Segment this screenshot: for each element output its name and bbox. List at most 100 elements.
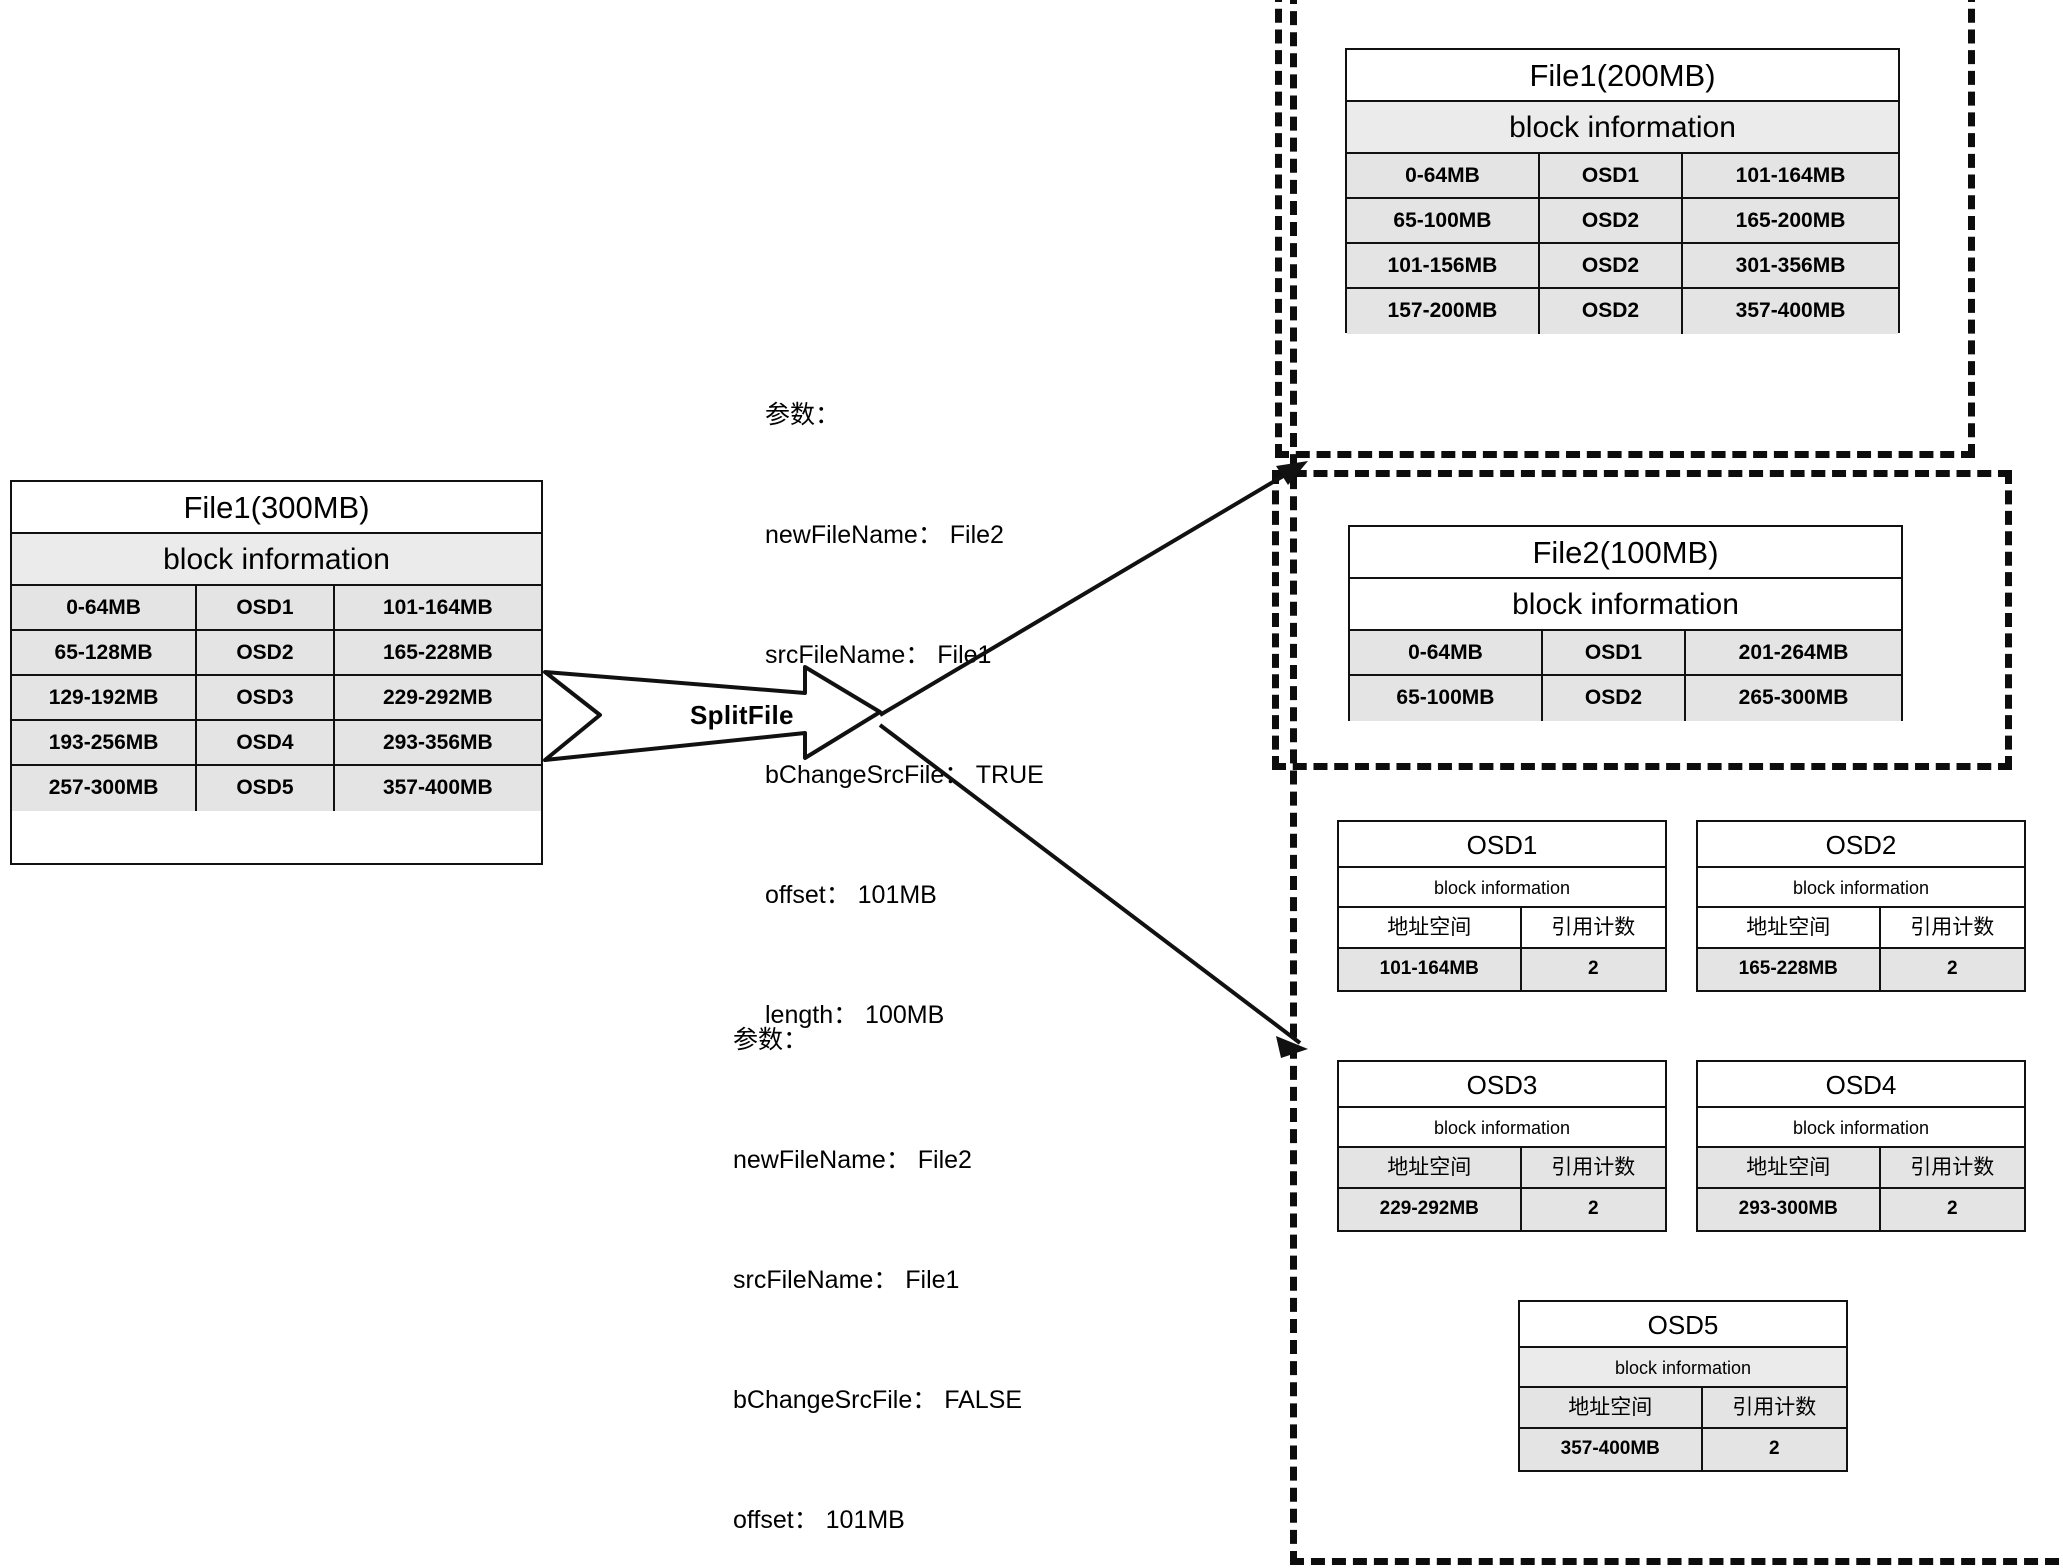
table-row: 0-64MB OSD1 101-164MB xyxy=(12,586,541,631)
osd2-subtitle: block information xyxy=(1698,868,2024,908)
phys-range-cell: 201-264MB xyxy=(1686,631,1901,674)
result-file2-title: File2(100MB) xyxy=(1350,527,1901,579)
table-header-row: 地址空间 引用计数 xyxy=(1520,1388,1846,1429)
osd-cell: OSD2 xyxy=(1539,199,1684,242)
block-range-cell: 101-156MB xyxy=(1347,244,1540,287)
table-row: 157-200MB OSD2 357-400MB xyxy=(1347,289,1898,334)
osd-cell: OSD5 xyxy=(197,766,335,811)
osd5-title: OSD5 xyxy=(1520,1302,1846,1348)
table-row: 65-100MB OSD2 265-300MB xyxy=(1350,676,1901,721)
osd4-title: OSD4 xyxy=(1698,1062,2024,1108)
block-range-cell: 129-192MB xyxy=(12,676,198,719)
block-range-cell: 0-64MB xyxy=(1347,154,1540,197)
result-file2-subtitle: block information xyxy=(1350,579,1901,631)
osd1-table: OSD1 block information 地址空间 引用计数 101-164… xyxy=(1337,820,1667,992)
osd-cell: OSD2 xyxy=(1539,244,1684,287)
address-space-cell: 293-300MB xyxy=(1698,1189,1881,1230)
address-space-header: 地址空间 xyxy=(1698,908,1881,947)
block-range-cell: 157-200MB xyxy=(1347,289,1540,334)
osd-cell: OSD2 xyxy=(1539,289,1684,334)
params-true-line-1: newFileName： File2 xyxy=(765,521,1004,549)
osd1-subtitle: block information xyxy=(1339,868,1665,908)
ref-count-cell: 2 xyxy=(1702,1429,1846,1470)
ref-count-header: 引用计数 xyxy=(1521,908,1665,947)
table-row: 165-228MB 2 xyxy=(1698,949,2024,990)
phys-range-cell: 301-356MB xyxy=(1683,244,1898,287)
osd-cell: OSD1 xyxy=(197,586,335,629)
result-file1-subtitle: block information xyxy=(1347,102,1898,154)
block-range-cell: 193-256MB xyxy=(12,721,198,764)
table-row: 293-300MB 2 xyxy=(1698,1189,2024,1230)
result-file1-table: File1(200MB) block information 0-64MB OS… xyxy=(1345,48,1900,334)
table-row: 101-164MB 2 xyxy=(1339,949,1665,990)
ref-count-cell: 2 xyxy=(1521,1189,1665,1230)
source-file-title: File1(300MB) xyxy=(12,482,541,534)
address-space-header: 地址空间 xyxy=(1339,908,1522,947)
result-file2-table: File2(100MB) block information 0-64MB OS… xyxy=(1348,525,1903,721)
block-range-cell: 65-128MB xyxy=(12,631,198,674)
table-row: 257-300MB OSD5 357-400MB xyxy=(12,766,541,811)
ref-count-header: 引用计数 xyxy=(1880,908,2024,947)
address-space-header: 地址空间 xyxy=(1339,1148,1522,1187)
ref-count-header: 引用计数 xyxy=(1702,1388,1846,1427)
block-range-cell: 65-100MB xyxy=(1350,676,1543,721)
osd2-table: OSD2 block information 地址空间 引用计数 165-228… xyxy=(1696,820,2026,992)
params-false-line-1: newFileName： File2 xyxy=(733,1146,972,1174)
phys-range-cell: 101-164MB xyxy=(1683,154,1898,197)
table-header-row: 地址空间 引用计数 xyxy=(1339,1148,1665,1189)
osd-cell: OSD3 xyxy=(197,676,335,719)
table-header-row: 地址空间 引用计数 xyxy=(1698,1148,2024,1189)
phys-range-cell: 165-228MB xyxy=(334,631,541,674)
block-range-cell: 257-300MB xyxy=(12,766,198,811)
osd-cell: OSD2 xyxy=(197,631,335,674)
osd-cell: OSD2 xyxy=(1542,676,1687,721)
result-file1-title: File1(200MB) xyxy=(1347,50,1898,102)
phys-range-cell: 357-400MB xyxy=(1683,289,1898,334)
phys-range-cell: 357-400MB xyxy=(334,766,541,811)
address-space-cell: 229-292MB xyxy=(1339,1189,1522,1230)
osd-cell: OSD4 xyxy=(197,721,335,764)
source-file-subtitle: block information xyxy=(12,534,541,586)
table-row: 357-400MB 2 xyxy=(1520,1429,1846,1470)
table-row: 129-192MB OSD3 229-292MB xyxy=(12,676,541,721)
ref-count-cell: 2 xyxy=(1880,949,2024,990)
table-header-row: 地址空间 引用计数 xyxy=(1698,908,2024,949)
table-row: 0-64MB OSD1 101-164MB xyxy=(1347,154,1898,199)
params-true-line-3: bChangeSrcFile： TRUE xyxy=(765,761,1044,789)
osd4-table: OSD4 block information 地址空间 引用计数 293-300… xyxy=(1696,1060,2026,1232)
osd2-title: OSD2 xyxy=(1698,822,2024,868)
ref-count-cell: 2 xyxy=(1521,949,1665,990)
table-row: 65-128MB OSD2 165-228MB xyxy=(12,631,541,676)
table-row: 65-100MB OSD2 165-200MB xyxy=(1347,199,1898,244)
table-row: 101-156MB OSD2 301-356MB xyxy=(1347,244,1898,289)
source-file-table: File1(300MB) block information 0-64MB OS… xyxy=(10,480,543,865)
block-range-cell: 0-64MB xyxy=(1350,631,1543,674)
phys-range-cell: 265-300MB xyxy=(1686,676,1901,721)
address-space-cell: 357-400MB xyxy=(1520,1429,1703,1470)
ref-count-header: 引用计数 xyxy=(1880,1148,2024,1187)
params-false-line-2: srcFileName： File1 xyxy=(733,1266,960,1294)
osd3-table: OSD3 block information 地址空间 引用计数 229-292… xyxy=(1337,1060,1667,1232)
osd-cell: OSD1 xyxy=(1542,631,1687,674)
params-false-heading: 参数： xyxy=(733,1026,809,1054)
address-space-cell: 165-228MB xyxy=(1698,949,1881,990)
diagram-canvas: File1(300MB) block information 0-64MB OS… xyxy=(0,0,2063,1568)
table-header-row: 地址空间 引用计数 xyxy=(1339,908,1665,949)
phys-range-cell: 165-200MB xyxy=(1683,199,1898,242)
address-space-header: 地址空间 xyxy=(1520,1388,1703,1427)
osd4-subtitle: block information xyxy=(1698,1108,2024,1148)
ref-count-header: 引用计数 xyxy=(1521,1148,1665,1187)
phys-range-cell: 101-164MB xyxy=(334,586,541,629)
osd5-subtitle: block information xyxy=(1520,1348,1846,1388)
address-space-header: 地址空间 xyxy=(1698,1148,1881,1187)
osd1-title: OSD1 xyxy=(1339,822,1665,868)
table-row: 193-256MB OSD4 293-356MB xyxy=(12,721,541,766)
phys-range-cell: 293-356MB xyxy=(334,721,541,764)
osd3-subtitle: block information xyxy=(1339,1108,1665,1148)
params-false-line-4: offset： 101MB xyxy=(733,1506,905,1534)
address-space-cell: 101-164MB xyxy=(1339,949,1522,990)
params-true-heading: 参数： xyxy=(765,401,841,429)
table-row: 229-292MB 2 xyxy=(1339,1189,1665,1230)
params-false-line-3: bChangeSrcFile： FALSE xyxy=(733,1386,1023,1414)
ref-count-cell: 2 xyxy=(1880,1189,2024,1230)
